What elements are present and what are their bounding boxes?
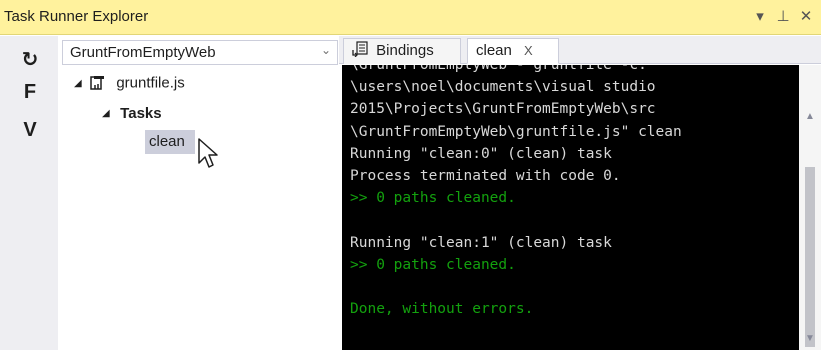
scroll-up-icon[interactable]: ▲ [804, 111, 816, 123]
output-tab-strip: Bindings clean X [339, 36, 821, 64]
console-line: Running "clean:1" (clean) task [350, 234, 612, 251]
console-line: Done, without errors. [350, 301, 534, 318]
tab-clean[interactable]: clean X [467, 38, 559, 64]
expanded-arrow-icon[interactable]: ◢ [102, 108, 114, 119]
tab-close-icon[interactable]: X [524, 43, 533, 58]
chevron-down-icon[interactable]: ⌄ [321, 43, 331, 57]
console-line: Running "clean:0" (clean) task [350, 145, 612, 162]
window-dropdown-icon[interactable]: ▾ [751, 6, 769, 28]
task-tree-pane: GruntFromEmptyWeb ⌄ ◢ gruntfile.js ◢ Tas… [58, 36, 339, 350]
console-line: \users\noel\documents\visual studio [350, 79, 656, 96]
output-pane: Bindings clean X \GruntFromEmptyWeb - gr… [339, 36, 821, 350]
tree-node-tasks[interactable]: ◢ Tasks [102, 104, 162, 126]
project-combo[interactable]: GruntFromEmptyWeb ⌄ [62, 40, 338, 65]
console-line: >> 0 paths cleaned. [350, 256, 516, 273]
console-output[interactable]: \GruntFromEmptyWeb - gruntfile -c: \users… [342, 65, 799, 350]
mouse-cursor-icon [198, 138, 218, 168]
scrollbar-thumb[interactable] [805, 167, 815, 347]
tree-node-task-clean[interactable]: clean [145, 130, 195, 154]
scroll-down-icon[interactable]: ▼ [804, 333, 816, 345]
gruntfile-icon [90, 76, 105, 90]
tree-node-label: Tasks [120, 104, 162, 122]
console-line: \GruntFromEmptyWeb\gruntfile.js" clean [350, 123, 682, 140]
console-line: 2015\Projects\GruntFromEmptyWeb\src [350, 101, 656, 118]
tree-node-label: clean [149, 133, 185, 151]
bindings-icon [352, 41, 368, 57]
console-line: Process terminated with code 0. [350, 168, 621, 184]
f-toggle-button[interactable]: F [18, 80, 42, 104]
console-line: >> 0 paths cleaned. [350, 190, 516, 207]
expanded-arrow-icon[interactable]: ◢ [74, 78, 86, 89]
vertical-scrollbar[interactable]: ▲ ▼ [799, 65, 821, 350]
tool-window-title-bar: Task Runner Explorer ▾ ⊥ ✕ [0, 0, 821, 35]
tree-node-label: gruntfile.js [116, 74, 185, 92]
tab-label: clean [476, 42, 512, 59]
tree-node-gruntfile[interactable]: ◢ gruntfile.js [74, 74, 185, 96]
tab-label: Bindings [376, 42, 434, 59]
project-combo-value: GruntFromEmptyWeb [70, 44, 216, 61]
refresh-icon[interactable]: ↻ [18, 48, 42, 72]
window-title: Task Runner Explorer [4, 8, 149, 25]
close-icon[interactable]: ✕ [797, 6, 815, 28]
left-toolbar: ↻ F V [0, 36, 58, 350]
tab-bindings[interactable]: Bindings [343, 38, 461, 64]
console-line: \GruntFromEmptyWeb - gruntfile -c: [350, 65, 647, 73]
pin-icon[interactable]: ⊥ [774, 6, 792, 28]
v-toggle-button[interactable]: V [18, 118, 42, 142]
